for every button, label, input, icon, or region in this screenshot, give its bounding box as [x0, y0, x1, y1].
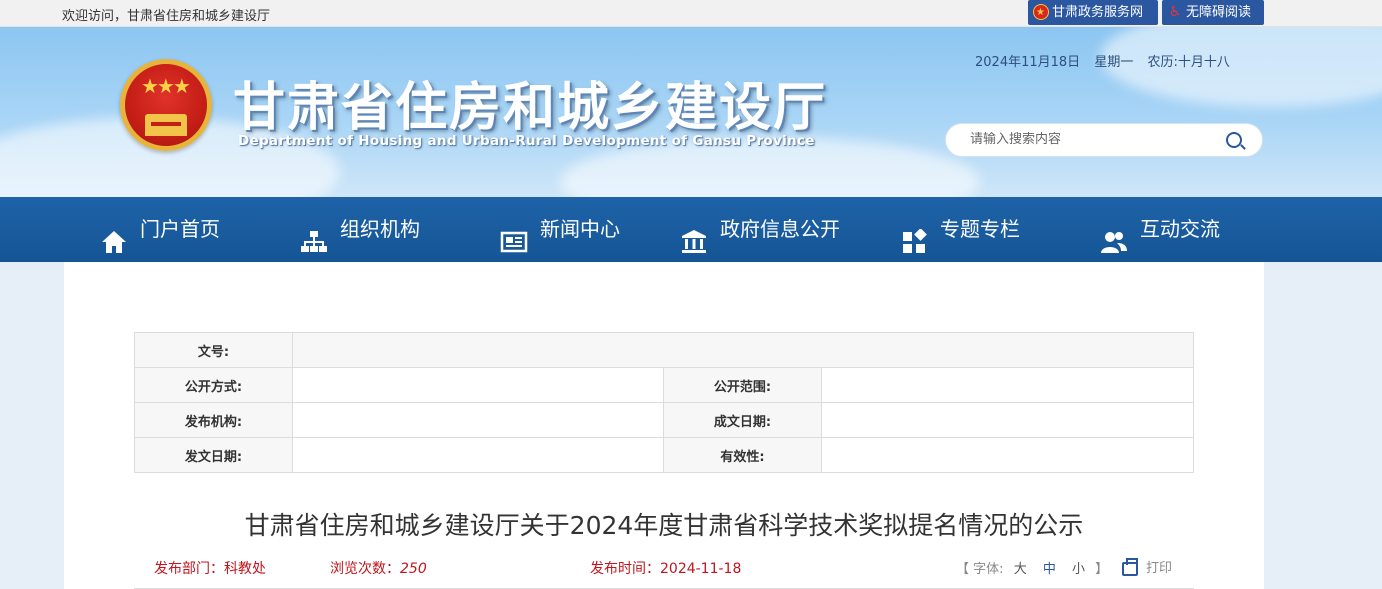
- printer-icon: [1122, 557, 1138, 576]
- font-bracket-open: 【: [956, 562, 970, 577]
- search-box: [945, 123, 1263, 157]
- search-input[interactable]: [970, 132, 1220, 147]
- weekday-text: 星期一: [1094, 55, 1134, 70]
- users-icon: [1100, 216, 1128, 253]
- font-large-button[interactable]: 大: [1014, 562, 1027, 577]
- gov-service-label: 甘肃政务服务网: [1052, 5, 1144, 20]
- written-date-value: [821, 402, 1194, 438]
- views-value: 250: [400, 561, 427, 577]
- nav-item-interaction[interactable]: 互动交流: [1100, 197, 1220, 262]
- views-label: 浏览次数：: [330, 561, 400, 577]
- nav-item-home[interactable]: 门户首页: [100, 197, 220, 262]
- validity-label: 有效性:: [663, 437, 822, 473]
- print-label: 打印: [1146, 561, 1173, 576]
- public-scope-label: 公开范围:: [663, 367, 822, 403]
- public-scope-value: [821, 367, 1194, 403]
- font-small-button[interactable]: 小: [1072, 562, 1085, 577]
- issue-date-value: [292, 437, 664, 473]
- nav-item-organization[interactable]: 组织机构: [300, 197, 420, 262]
- newspaper-icon: [500, 216, 528, 252]
- stars-icon: ★★★: [141, 74, 191, 98]
- public-way-label: 公开方式:: [134, 367, 293, 403]
- issue-date-label: 发文日期:: [134, 437, 293, 473]
- doc-no-label: 文号:: [134, 332, 293, 368]
- site-subtitle: Department of Housing and Urban-Rural De…: [238, 133, 815, 149]
- table-row: 发布机构: 成文日期:: [134, 402, 1194, 438]
- main-nav: 门户首页 组织机构 新闻中心 政府信息公开 专题专栏 互动交流: [0, 197, 1382, 262]
- print-button[interactable]: 打印: [1122, 557, 1172, 576]
- document-meta-table: 文号: 公开方式: 公开范围: 发布机构: 成文日期: 发文日期: 有效性:: [134, 332, 1194, 473]
- search-icon[interactable]: [1226, 132, 1242, 148]
- accessibility-icon: ♿: [1168, 4, 1182, 20]
- table-row: 公开方式: 公开范围:: [134, 367, 1194, 403]
- nav-label: 门户首页: [140, 217, 220, 241]
- grid-icon: [900, 216, 928, 253]
- font-bracket-close: 】: [1095, 562, 1109, 577]
- font-size-control: 【 字体: 大 中 小 】: [956, 558, 1108, 577]
- validity-value: [821, 437, 1194, 473]
- nav-label: 组织机构: [340, 217, 420, 241]
- welcome-text: 欢迎访问，甘肃省住房和城乡建设厅: [62, 9, 271, 24]
- article-title: 甘肃省住房和城乡建设厅关于2024年度甘肃省科学技术奖拟提名情况的公示: [244, 511, 1084, 540]
- accessible-reading-button[interactable]: ♿ 无障碍阅读: [1162, 0, 1264, 25]
- accessible-reading-label: 无障碍阅读: [1186, 5, 1252, 20]
- date-text: 2024年11月18日: [975, 55, 1081, 70]
- time-label: 发布时间：: [590, 561, 660, 577]
- views-info: 浏览次数：250: [330, 558, 427, 578]
- government-building-icon: [680, 216, 708, 253]
- date-line: 2024年11月18日 星期一 农历:十月十八: [975, 51, 1240, 70]
- dept-value: 科教处: [224, 561, 266, 577]
- dept-label: 发布部门：: [154, 561, 224, 577]
- nav-label: 新闻中心: [540, 217, 620, 241]
- emblem-icon: [1033, 0, 1049, 25]
- nav-label: 政府信息公开: [720, 217, 840, 241]
- article-info-bar: 发布部门：科教处 浏览次数：250 发布时间：2024-11-18 【 字体: …: [134, 557, 1194, 589]
- dept-info: 发布部门：科教处: [154, 558, 266, 578]
- nav-item-news[interactable]: 新闻中心: [500, 197, 620, 262]
- article-container: 文号: 公开方式: 公开范围: 发布机构: 成文日期: 发文日期: 有效性: 甘…: [64, 262, 1264, 589]
- national-emblem-logo[interactable]: ★★★: [120, 59, 212, 151]
- publisher-value: [292, 402, 664, 438]
- gate-icon: [145, 114, 187, 136]
- font-label: 字体:: [973, 562, 1004, 577]
- table-row: 文号:: [134, 332, 1194, 368]
- public-way-value: [292, 367, 664, 403]
- site-header: ★★★ 甘肃省住房和城乡建设厅 Department of Housing an…: [0, 27, 1382, 197]
- publisher-label: 发布机构:: [134, 402, 293, 438]
- written-date-label: 成文日期:: [663, 402, 822, 438]
- font-medium-button[interactable]: 中: [1043, 562, 1056, 577]
- top-bar: 欢迎访问，甘肃省住房和城乡建设厅 甘肃政务服务网 ♿ 无障碍阅读: [0, 0, 1382, 27]
- time-value: 2024-11-18: [660, 561, 742, 577]
- site-title[interactable]: 甘肃省住房和城乡建设厅: [233, 65, 827, 140]
- table-row: 发文日期: 有效性:: [134, 437, 1194, 473]
- home-icon: [100, 216, 128, 253]
- nav-label: 专题专栏: [940, 217, 1020, 241]
- gov-service-link[interactable]: 甘肃政务服务网: [1028, 0, 1158, 25]
- doc-no-value: [292, 332, 1194, 368]
- time-info: 发布时间：2024-11-18: [590, 558, 741, 578]
- nav-item-special-topics[interactable]: 专题专栏: [900, 197, 1020, 262]
- nav-item-gov-info[interactable]: 政府信息公开: [680, 197, 840, 262]
- nav-label: 互动交流: [1140, 217, 1220, 241]
- org-chart-icon: [300, 216, 328, 252]
- lunar-date-text: 农历:十月十八: [1147, 55, 1230, 70]
